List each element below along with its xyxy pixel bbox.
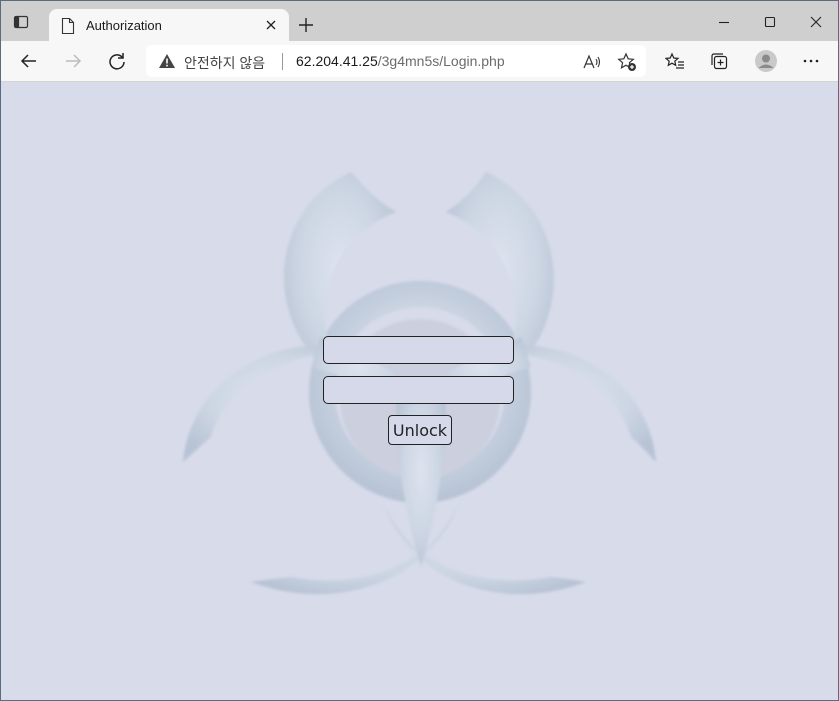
new-tab-icon[interactable] bbox=[297, 16, 315, 34]
collections-icon[interactable] bbox=[709, 51, 729, 71]
address-separator bbox=[282, 53, 283, 70]
tab-authorization[interactable]: Authorization bbox=[49, 9, 289, 42]
minimize-icon[interactable] bbox=[715, 13, 733, 31]
read-aloud-icon[interactable] bbox=[582, 52, 602, 72]
more-menu-icon[interactable] bbox=[801, 51, 821, 71]
close-tab-icon[interactable] bbox=[263, 17, 279, 33]
browser-toolbar: 안전하지 않음 62.204.41.25/3g4mn5s/Login.php bbox=[1, 41, 838, 82]
page-icon bbox=[61, 17, 75, 35]
url-path: /3g4mn5s/Login.php bbox=[377, 53, 505, 69]
warning-icon[interactable] bbox=[158, 53, 176, 69]
url-host: 62.204.41.25 bbox=[296, 53, 378, 69]
forward-arrow-icon[interactable] bbox=[63, 51, 83, 71]
tab-strip: Authorization bbox=[1, 1, 838, 42]
password-input[interactable] bbox=[323, 376, 514, 404]
favorites-icon[interactable] bbox=[664, 51, 685, 71]
security-label[interactable]: 안전하지 않음 bbox=[184, 53, 265, 73]
browser-window: Authorization 안전하지 않음 62.204.41.25/3g4mn… bbox=[0, 0, 839, 701]
refresh-icon[interactable] bbox=[107, 51, 127, 71]
add-favorite-icon[interactable] bbox=[617, 52, 637, 72]
window-close-icon[interactable] bbox=[807, 13, 825, 31]
tab-title: Authorization bbox=[86, 18, 162, 33]
profile-icon[interactable] bbox=[754, 49, 778, 73]
back-arrow-icon[interactable] bbox=[19, 51, 39, 71]
page-content: Unlock bbox=[1, 82, 838, 700]
username-input[interactable] bbox=[323, 336, 514, 364]
maximize-icon[interactable] bbox=[761, 13, 779, 31]
address-bar[interactable]: 안전하지 않음 62.204.41.25/3g4mn5s/Login.php bbox=[146, 45, 646, 77]
tab-actions-icon[interactable] bbox=[13, 14, 29, 30]
url-text[interactable]: 62.204.41.25/3g4mn5s/Login.php bbox=[296, 53, 505, 69]
unlock-button[interactable]: Unlock bbox=[388, 415, 452, 445]
